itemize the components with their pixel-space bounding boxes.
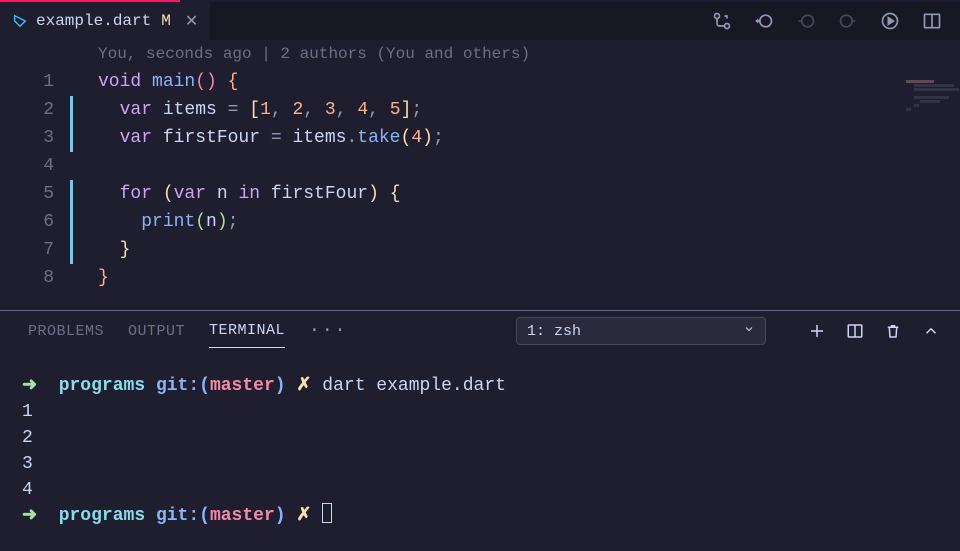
tab-filename: example.dart: [36, 12, 151, 30]
run-icon[interactable]: [880, 11, 900, 31]
line-gutter: 1 2 3 4 5 6 7 8: [0, 40, 70, 310]
line-number: 4: [0, 152, 54, 180]
kill-terminal-icon[interactable]: [884, 322, 902, 340]
prev-change-icon[interactable]: [796, 11, 816, 31]
tab-modified-indicator: M: [161, 12, 171, 30]
editor-actions: [712, 11, 960, 31]
maximize-panel-icon[interactable]: [922, 322, 940, 340]
line-number: 7: [0, 236, 54, 264]
split-terminal-icon[interactable]: [846, 322, 864, 340]
compare-changes-icon[interactable]: [712, 11, 732, 31]
more-tabs-icon[interactable]: ···: [309, 321, 347, 341]
line-number: 3: [0, 124, 54, 152]
terminal-selector-label: 1: zsh: [527, 323, 581, 340]
terminal-output[interactable]: ➜ programs git:(master) ✗ dart example.d…: [0, 351, 960, 551]
revert-icon[interactable]: [754, 11, 774, 31]
line-number: 8: [0, 264, 54, 292]
line-number: 2: [0, 96, 54, 124]
tab-terminal[interactable]: TERMINAL: [209, 322, 285, 348]
chevron-down-icon: [743, 323, 755, 340]
new-terminal-icon[interactable]: [808, 322, 826, 340]
tab-problems[interactable]: PROBLEMS: [28, 323, 104, 340]
split-editor-icon[interactable]: [922, 11, 942, 31]
close-icon[interactable]: ✕: [185, 11, 198, 31]
line-number: 1: [0, 68, 54, 96]
terminal-selector[interactable]: 1: zsh: [516, 317, 766, 345]
minimap[interactable]: [906, 80, 956, 120]
line-number: 5: [0, 180, 54, 208]
dart-file-icon: [12, 13, 28, 29]
terminal-cursor: [322, 503, 332, 523]
tab-output[interactable]: OUTPUT: [128, 323, 185, 340]
tab-bar: example.dart M ✕: [0, 2, 960, 40]
git-blame-annotation: You, seconds ago | 2 authors (You and ot…: [70, 40, 960, 68]
editor-tab[interactable]: example.dart M ✕: [0, 2, 210, 40]
code-content[interactable]: void main() { var items = [1, 2, 3, 4, 5…: [70, 68, 960, 292]
line-number: 6: [0, 208, 54, 236]
next-change-icon[interactable]: [838, 11, 858, 31]
editor[interactable]: 1 2 3 4 5 6 7 8 You, seconds ago | 2 aut…: [0, 40, 960, 310]
panel-header: PROBLEMS OUTPUT TERMINAL ··· 1: zsh: [0, 311, 960, 351]
